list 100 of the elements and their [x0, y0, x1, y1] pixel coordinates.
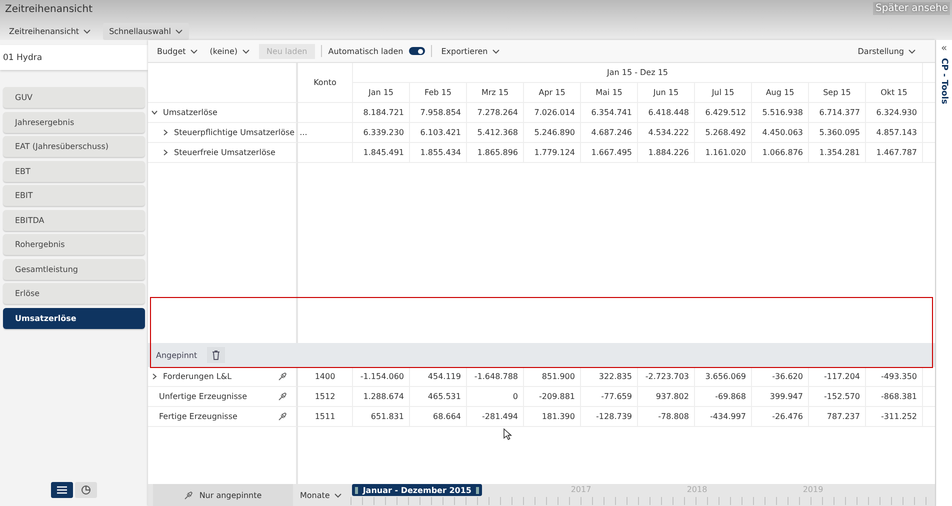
sidebar-item[interactable]: GUV: [3, 87, 145, 108]
table-cell: 0: [467, 387, 524, 407]
table-cell: 6.714.377: [809, 103, 866, 123]
caret-icon: [492, 48, 500, 54]
sidebar-item[interactable]: Erlöse: [3, 283, 145, 304]
scenario-dropdown[interactable]: Budget: [154, 44, 201, 58]
view-menu[interactable]: Schnellauswahl: [103, 23, 189, 40]
column-header: Jul 15: [695, 83, 752, 103]
pin-icon[interactable]: [278, 392, 287, 401]
table-cell: 1.779.124: [524, 143, 581, 163]
view-menu[interactable]: Zeitreihenansicht: [3, 23, 98, 40]
table-cell: 8.184.721: [353, 103, 410, 123]
table-cell: -434.997: [695, 407, 752, 427]
table-cell: 7.026.014: [524, 103, 581, 123]
table-cell: 4.857.143: [866, 123, 923, 143]
table-cell: -1.648.788: [467, 367, 524, 387]
sidebar-item[interactable]: Gesamtleistung: [3, 258, 145, 280]
sidebar-item[interactable]: Umsatzerlöse: [3, 308, 145, 328]
chevron-icon[interactable]: [162, 149, 169, 156]
chevron-icon[interactable]: [151, 373, 158, 380]
column-header: Mai 15: [581, 83, 638, 103]
chevron-icon[interactable]: [151, 109, 158, 116]
table-cell: 5.360.095: [809, 123, 866, 143]
auto-load-toggle[interactable]: [409, 47, 426, 55]
table-cell: 1511: [298, 407, 353, 427]
table-cell: -77.659: [581, 387, 638, 407]
caret-icon: [908, 48, 916, 54]
display-dropdown[interactable]: Darstellung: [854, 44, 919, 58]
column-header: Feb 15: [410, 83, 467, 103]
export-dropdown[interactable]: Exportieren: [438, 44, 503, 58]
tools-panel-title[interactable]: CP - Tools: [939, 58, 949, 104]
column-header: Jun 15: [638, 83, 695, 103]
filter-dropdown[interactable]: (keine): [206, 44, 253, 58]
view-mode-button[interactable]: [51, 482, 73, 498]
sidebar-item[interactable]: EBT: [3, 160, 145, 182]
table-cell: 454.119: [410, 367, 467, 387]
table-cell: 651.831: [353, 407, 410, 427]
table-cell: -868.381: [866, 387, 923, 407]
year-label: 2017: [570, 485, 592, 494]
table-cell: 6.418.448: [638, 103, 695, 123]
table-cell: -1.154.060: [353, 367, 410, 387]
pinned-only-button[interactable]: Nur angepinnte: [153, 484, 293, 506]
year-label: 2019: [802, 485, 824, 494]
table-cell: 1512: [298, 387, 353, 407]
delete-button[interactable]: [207, 347, 226, 363]
table-cell: 4.534.222: [638, 123, 695, 143]
column-header: Okt 15: [866, 83, 923, 103]
table-cell: 1.845.491: [353, 143, 410, 163]
table-cell: 5.516.938: [752, 103, 809, 123]
table-cell: -36.620: [752, 367, 809, 387]
table-cell: 5.412.368: [467, 123, 524, 143]
sidebar-item[interactable]: EBITDA: [3, 210, 145, 230]
granularity-dropdown[interactable]: Monate: [297, 488, 345, 502]
sidebar-item[interactable]: Jahresergebnis: [3, 112, 145, 132]
list-icon: [57, 486, 67, 494]
caret-icon: [83, 29, 92, 34]
sidebar-item[interactable]: Rohergebnis: [3, 234, 145, 255]
collapse-button[interactable]: «: [940, 44, 948, 54]
table-cell: -152.570: [809, 387, 866, 407]
sidebar-item[interactable]: EAT (Jahresüberschuss): [3, 136, 145, 157]
table-cell: 1.288.674: [353, 387, 410, 407]
table-cell: 399.947: [752, 387, 809, 407]
pin-icon[interactable]: [278, 412, 287, 421]
table-cell: 68.664: [410, 407, 467, 427]
pin-icon[interactable]: [278, 372, 287, 381]
table-cell: 937.802: [638, 387, 695, 407]
view-mode-button[interactable]: [75, 482, 97, 498]
watch-later-label: Später ansehe: [873, 2, 950, 15]
caret-icon: [174, 29, 183, 34]
table-cell: -78.808: [638, 407, 695, 427]
row-label: Steuerpflichtige Umsatzerlöse: [174, 128, 295, 137]
pie-chart-icon: [81, 485, 91, 495]
table-cell: -493.350: [866, 367, 923, 387]
table-cell: 465.531: [410, 387, 467, 407]
range-selector[interactable]: Januar - Dezember 2015: [352, 484, 482, 496]
row-label: Forderungen L&L: [163, 372, 232, 381]
trash-icon: [212, 350, 220, 360]
column-header: Mrz 15: [467, 83, 524, 103]
chevron-icon[interactable]: [162, 129, 169, 136]
table-cell: -281.494: [467, 407, 524, 427]
column-header: Aug 15: [752, 83, 809, 103]
sidebar-item[interactable]: EBIT: [3, 185, 145, 206]
table-cell: 181.390: [524, 407, 581, 427]
period-header: Jan 15 - Dez 15: [353, 63, 923, 83]
company-field[interactable]: 01 Hydra: [0, 45, 148, 70]
table-cell: 1.467.787: [866, 143, 923, 163]
caret-icon: [334, 492, 342, 498]
table-cell: -311.252: [866, 407, 923, 427]
more-menu[interactable]: ...: [300, 128, 308, 137]
caret-icon: [242, 48, 250, 54]
table-cell: 322.835: [581, 367, 638, 387]
pin-icon[interactable]: [184, 490, 194, 500]
row-label: Umsatzerlöse: [163, 108, 218, 117]
table-cell: -117.204: [809, 367, 866, 387]
column-header: Konto: [298, 63, 353, 103]
table-cell: 1.066.876: [752, 143, 809, 163]
auto-load-label: Automatisch laden: [328, 46, 404, 56]
table-cell: 3.656.069: [695, 367, 752, 387]
row-label: Fertige Erzeugnisse: [159, 412, 238, 421]
table-cell: 1400: [298, 367, 353, 387]
